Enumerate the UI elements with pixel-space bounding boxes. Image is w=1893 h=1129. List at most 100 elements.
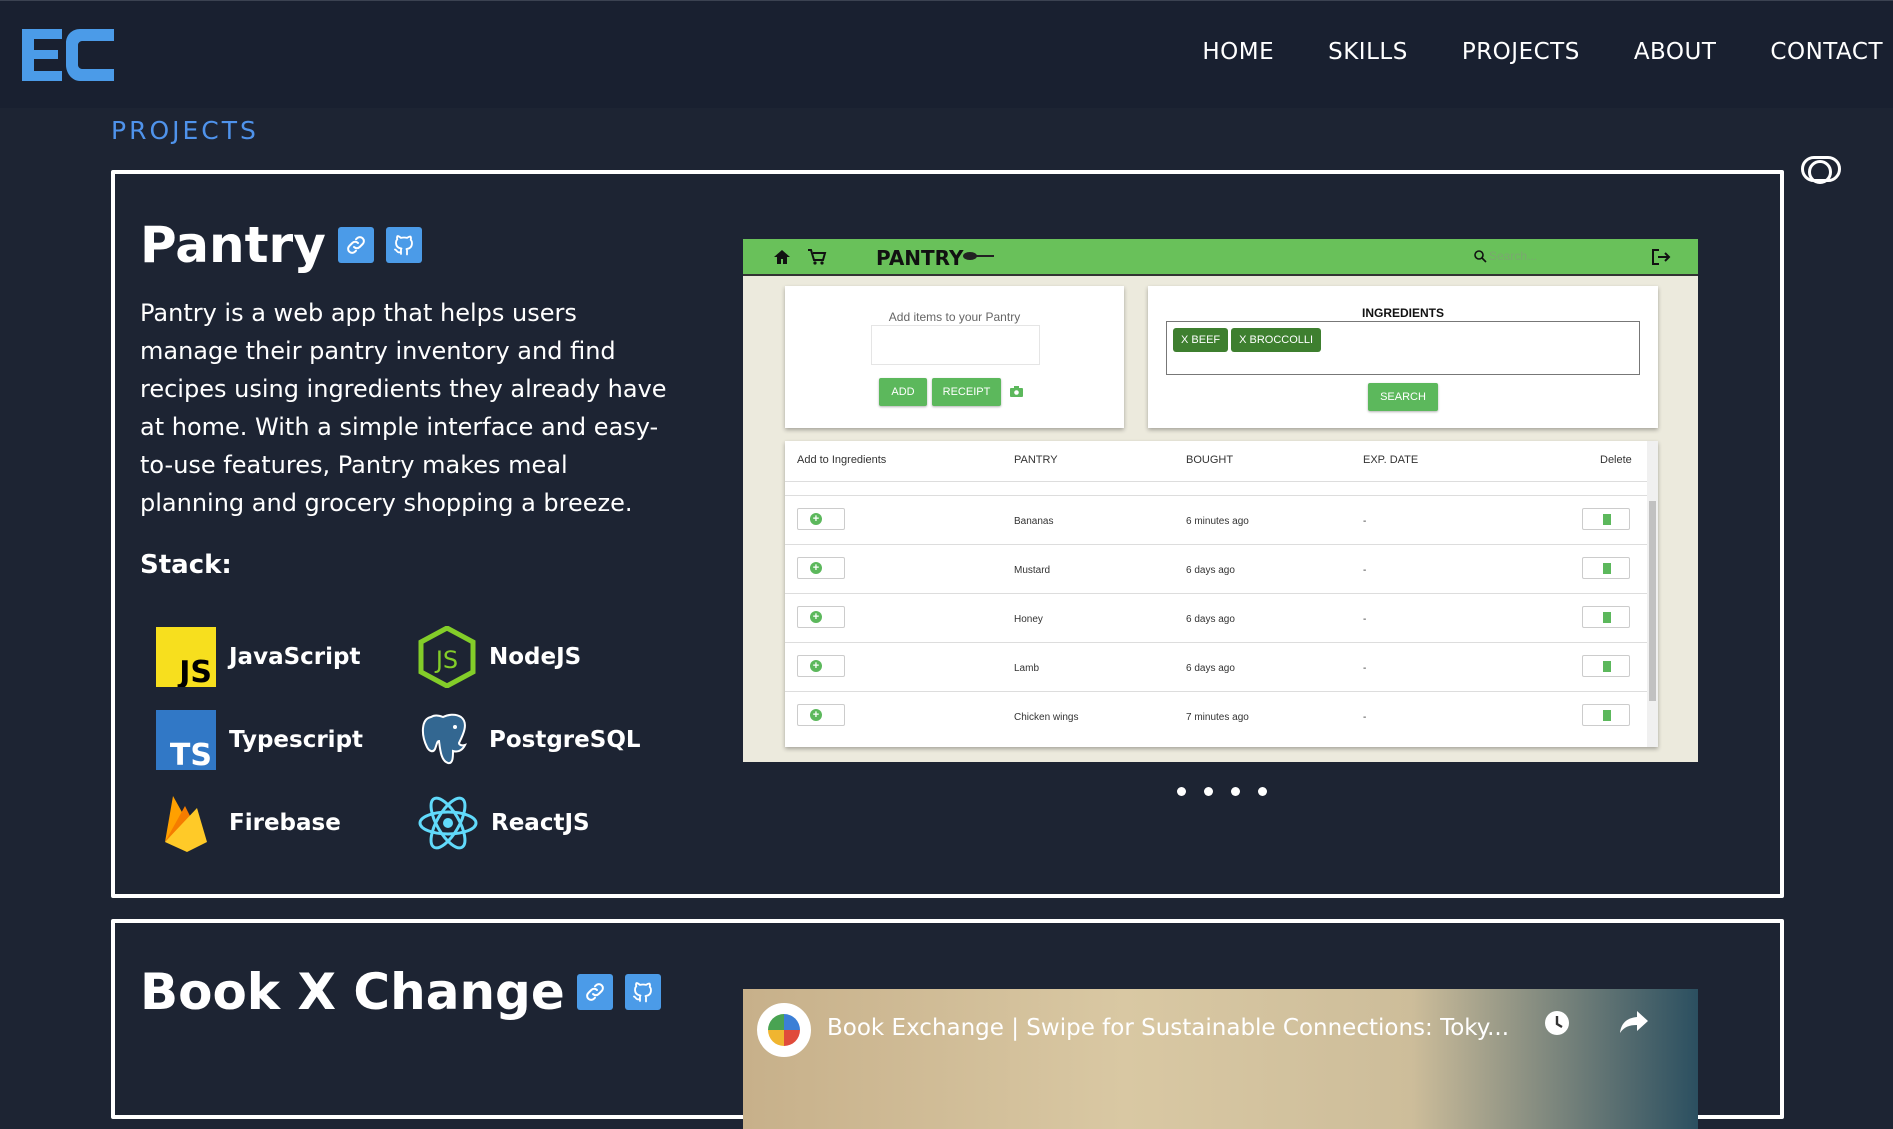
exp-date: -	[1363, 565, 1367, 576]
github-icon	[393, 235, 413, 256]
tech-postgresql: PostgreSQL	[417, 709, 641, 771]
table-scrollbar	[1647, 441, 1658, 747]
app-title: PANTRY	[876, 246, 964, 270]
nav-skills[interactable]: SKILLS	[1328, 39, 1408, 65]
table-row: Mustard 6 days ago -	[785, 544, 1647, 593]
project-card-bookxchange: Book X Change Book Exchange | Swipe for …	[111, 919, 1784, 1129]
project-screenshot[interactable]: PANTRY Search... Add items to your Pantr…	[743, 239, 1698, 762]
carousel-dot[interactable]	[1231, 787, 1240, 796]
trash-icon	[1582, 606, 1630, 628]
search-recipes-button: SEARCH	[1368, 383, 1438, 411]
item-name: Mustard	[1014, 565, 1051, 576]
nav-home[interactable]: HOME	[1202, 39, 1274, 65]
trash-icon	[1582, 655, 1630, 677]
watch-later-icon[interactable]	[1543, 1009, 1571, 1037]
carousel-dot[interactable]	[1258, 787, 1267, 796]
ingredients-panel: INGREDIENTS X BEEF X BROCCOLLI SEARCH	[1148, 286, 1658, 428]
project-title-row: Book X Change	[140, 963, 661, 1021]
video-title[interactable]: Book Exchange | Swipe for Sustainable Co…	[827, 1015, 1509, 1041]
carousel-dot[interactable]	[1177, 787, 1186, 796]
app-search: Search...	[1489, 249, 1538, 263]
javascript-icon: JS	[155, 626, 217, 688]
home-icon	[774, 250, 790, 264]
typescript-icon: TS	[155, 709, 217, 771]
table-row: Honey 6 days ago -	[785, 593, 1647, 642]
ec-logo[interactable]: EC	[20, 27, 116, 86]
column-header: EXP. DATE	[1363, 454, 1419, 466]
add-item-input	[871, 325, 1040, 365]
postgresql-icon	[417, 709, 477, 771]
firebase-icon	[155, 792, 217, 854]
logout-icon	[1652, 249, 1671, 265]
live-link-button[interactable]	[337, 227, 374, 263]
tech-nodejs: JS NodeJS	[417, 626, 581, 688]
nav-about[interactable]: ABOUT	[1634, 39, 1717, 65]
item-name: Lamb	[1014, 663, 1040, 674]
add-to-ingredients-icon	[797, 508, 845, 530]
camera-icon	[1010, 386, 1023, 397]
tech-name: PostgreSQL	[489, 727, 641, 753]
add-to-ingredients-icon	[797, 557, 845, 579]
exp-date: -	[1363, 663, 1367, 674]
table-row: Bananas 6 minutes ago -	[785, 495, 1647, 544]
app-header: PANTRY Search...	[743, 239, 1698, 276]
navbar: EC HOME SKILLS PROJECTS ABOUT CONTACT	[0, 0, 1893, 108]
share-icon[interactable]	[1619, 1009, 1649, 1035]
add-label: Add items to your Pantry	[888, 310, 1021, 324]
column-header: PANTRY	[1014, 454, 1058, 466]
pan-icon	[963, 252, 994, 260]
live-link-button[interactable]	[576, 974, 613, 1010]
svg-text:TS: TS	[170, 738, 212, 770]
exp-date: -	[1363, 712, 1367, 723]
table-row: Lamb 6 days ago -	[785, 642, 1647, 691]
project-title: Book X Change	[140, 963, 565, 1021]
column-header: Delete	[1600, 454, 1632, 466]
carousel-dots	[1177, 787, 1267, 796]
tech-name: ReactJS	[491, 810, 590, 836]
nav-contact[interactable]: CONTACT	[1770, 39, 1883, 65]
bought-date: 6 days ago	[1186, 565, 1235, 576]
ingredient-chip: X BEEF	[1173, 328, 1229, 352]
bought-date: 6 days ago	[1186, 663, 1235, 674]
trash-icon	[1582, 508, 1630, 530]
item-name: Bananas	[1014, 516, 1054, 527]
project-title: Pantry	[140, 216, 326, 274]
trash-icon	[1582, 557, 1630, 579]
tech-name: Typescript	[229, 727, 364, 753]
table-row: Chicken wings 7 minutes ago -	[785, 691, 1647, 740]
bought-date: 7 minutes ago	[1186, 712, 1249, 723]
receipt-button: RECEIPT	[932, 378, 1001, 406]
tech-react: ReactJS	[417, 792, 590, 854]
column-header: BOUGHT	[1186, 454, 1234, 466]
svg-text:JS: JS	[177, 655, 212, 687]
tech-typescript: TS Typescript	[155, 709, 417, 771]
github-link-button[interactable]	[624, 974, 661, 1010]
theme-toggle[interactable]	[1801, 156, 1841, 184]
add-button: ADD	[879, 378, 927, 406]
carousel-dot[interactable]	[1204, 787, 1213, 796]
ingredients-title: INGREDIENTS	[1361, 306, 1444, 320]
add-to-ingredients-icon	[797, 606, 845, 628]
tech-name: JavaScript	[229, 644, 361, 670]
svg-text:JS: JS	[434, 646, 458, 674]
ingredient-chip: X BROCCOLLI	[1231, 328, 1322, 352]
bought-date: 6 minutes ago	[1186, 516, 1249, 527]
nodejs-icon: JS	[417, 626, 477, 688]
video-embed[interactable]: Book Exchange | Swipe for Sustainable Co…	[743, 989, 1698, 1129]
nav-projects[interactable]: PROJECTS	[1462, 39, 1580, 65]
exp-date: -	[1363, 614, 1367, 625]
item-name: Chicken wings	[1014, 712, 1079, 723]
add-to-ingredients-icon	[797, 704, 845, 726]
exp-date: -	[1363, 516, 1367, 527]
ingredient-chips: X BEEF X BROCCOLLI	[1166, 321, 1640, 375]
channel-avatar[interactable]	[757, 1003, 811, 1057]
search-icon	[1474, 250, 1487, 263]
github-link-button[interactable]	[385, 227, 422, 263]
section-title: PROJECTS	[111, 116, 259, 145]
project-description: Pantry is a web app that helps users man…	[140, 299, 667, 517]
bought-date: 6 days ago	[1186, 614, 1235, 625]
tech-firebase: Firebase	[155, 792, 417, 854]
tech-javascript: JS JavaScript	[155, 626, 417, 688]
add-items-panel: Add items to your Pantry ADD RECEIPT	[785, 286, 1124, 428]
trash-icon	[1582, 704, 1630, 726]
